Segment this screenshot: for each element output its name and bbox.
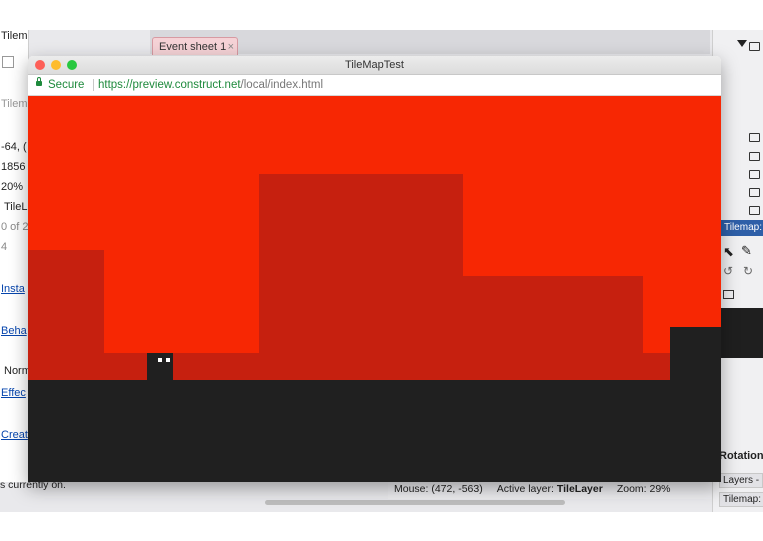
folder-icon[interactable] bbox=[749, 188, 760, 197]
active-layer-value: TileLayer bbox=[556, 483, 603, 495]
lock-icon bbox=[36, 77, 42, 86]
prop-row: 1856 bbox=[1, 161, 26, 173]
folder-icon[interactable] bbox=[723, 290, 734, 299]
create-link[interactable]: Creat bbox=[1, 429, 28, 441]
prop-row: 20% bbox=[1, 181, 24, 193]
tab-label: Event sheet 1 bbox=[159, 41, 227, 53]
prop-row: 0 of 2 bbox=[1, 221, 29, 233]
browser-window: TileMapTest Secure https://preview.const… bbox=[28, 56, 721, 482]
url-host: https://preview.construct.net bbox=[98, 79, 241, 91]
properties-panel: Tilem Tilem -64, ( 1856 20% TileL 0 of 2… bbox=[0, 30, 29, 482]
rotate-ccw-icon[interactable]: ↺ bbox=[723, 264, 733, 278]
blend-mode-value: Norm bbox=[4, 365, 29, 377]
player-eye bbox=[166, 358, 170, 362]
folder-icon[interactable] bbox=[749, 152, 760, 161]
tile-block bbox=[643, 353, 670, 380]
rotate-cw-icon[interactable]: ↻ bbox=[743, 264, 753, 278]
prop-row: -64, ( bbox=[1, 141, 27, 153]
tab-layers[interactable]: Layers - bbox=[719, 473, 763, 488]
secure-label: Secure bbox=[48, 79, 85, 91]
title-bar[interactable]: TileMapTest bbox=[28, 56, 721, 75]
instance-variables-link[interactable]: Insta bbox=[1, 283, 25, 295]
folder-icon[interactable] bbox=[749, 170, 760, 179]
folder-icon[interactable] bbox=[749, 42, 760, 51]
folder-icon[interactable] bbox=[749, 133, 760, 142]
url-path: /local/index.html bbox=[240, 79, 324, 91]
tab-tilemap[interactable]: Tilemap: bbox=[719, 492, 763, 507]
behaviors-link[interactable]: Beha bbox=[1, 325, 27, 337]
folder-icon[interactable] bbox=[749, 206, 760, 215]
url-text[interactable]: https://preview.construct.net/local/inde… bbox=[98, 75, 323, 95]
close-icon[interactable]: × bbox=[228, 38, 234, 56]
active-layer-label: Active layer: bbox=[496, 483, 554, 495]
mouse-position: Mouse: (472, -563) bbox=[394, 483, 483, 495]
game-canvas[interactable] bbox=[28, 96, 721, 482]
cursor-icon[interactable]: ⬉ bbox=[723, 244, 734, 260]
triangle-down-icon[interactable] bbox=[737, 40, 747, 47]
pencil-icon[interactable]: ✎ bbox=[741, 243, 752, 259]
prop-row: TileL bbox=[4, 201, 28, 213]
prop-row: Tilem bbox=[1, 98, 28, 110]
prop-row: Tilem bbox=[1, 30, 28, 42]
address-bar[interactable]: Secure https://preview.construct.net/loc… bbox=[28, 75, 721, 96]
tile-block bbox=[28, 250, 104, 380]
player-eye bbox=[158, 358, 162, 362]
tilemap-preview bbox=[721, 308, 763, 358]
tile-block bbox=[259, 174, 463, 380]
prop-row: 4 bbox=[1, 241, 8, 253]
rotation-label: Rotation bbox=[719, 450, 763, 462]
address-divider bbox=[93, 79, 94, 91]
tile-block bbox=[463, 276, 643, 380]
window-title: TileMapTest bbox=[345, 59, 404, 71]
ground-step bbox=[670, 327, 721, 387]
tab-event-sheet-1[interactable]: Event sheet 1 × bbox=[152, 37, 238, 55]
tilemap-bar: Tilemap: T bbox=[721, 220, 763, 236]
checkbox-icon[interactable] bbox=[2, 56, 14, 68]
tile-block bbox=[104, 353, 259, 380]
horizontal-scrollbar[interactable] bbox=[265, 500, 565, 505]
zoom-level: Zoom: 29% bbox=[616, 483, 671, 495]
effects-link[interactable]: Effec bbox=[1, 387, 26, 399]
ground bbox=[28, 380, 721, 482]
